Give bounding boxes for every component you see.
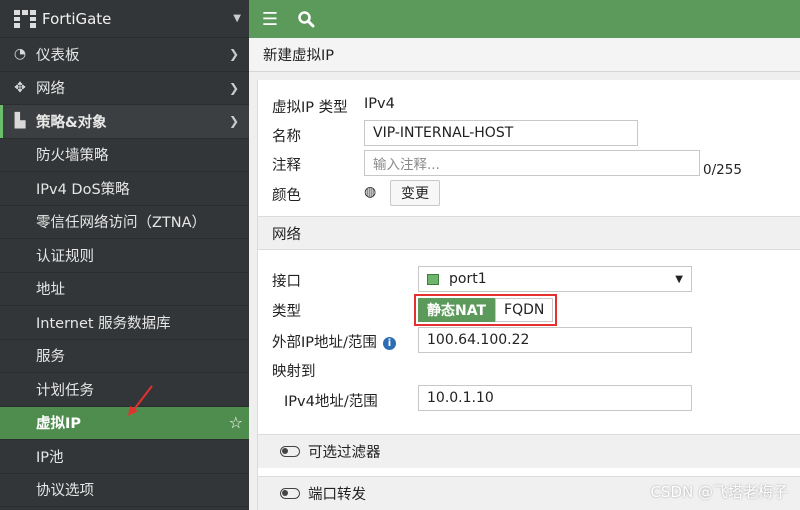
sidebar-subitem-label: 协议选项	[36, 483, 94, 500]
sidebar-subitem-addresses[interactable]: 地址	[0, 273, 249, 306]
sidebar-subitem-label: 虚拟IP	[36, 416, 82, 433]
sidebar-subitem-label: IP池	[36, 449, 64, 466]
chevron-down-icon: ▼	[233, 13, 241, 24]
policy-icon: ▙	[14, 113, 26, 130]
port-forward-label: 端口转发	[308, 487, 366, 503]
color-label: 颜色	[272, 188, 301, 204]
sidebar-subitem-ip-pool[interactable]: IP池	[0, 440, 249, 474]
sidebar-subitem-internet-service-db[interactable]: Internet 服务数据库	[0, 306, 249, 340]
toggle-switch-icon[interactable]	[280, 446, 300, 457]
watermark-text: CSDN @飞塔老梅子	[650, 483, 788, 501]
sidebar-subitem-label: 认证规则	[36, 248, 94, 265]
comment-counter: 0/255	[703, 162, 742, 178]
type-option-label: 静态NAT	[427, 303, 487, 319]
name-input-value: VIP-INTERNAL-HOST	[373, 125, 514, 141]
sidebar-subitem-label: 防火墙策略	[36, 148, 109, 165]
sidebar-item-network[interactable]: ✥ 网络 ❯	[0, 72, 249, 105]
chevron-right-icon: ❯	[228, 80, 239, 95]
sidebar-subitem-label: IPv4 DoS策略	[36, 181, 130, 198]
sidebar-item-label: 仪表板	[36, 47, 80, 64]
port-icon	[427, 273, 439, 285]
palette-icon: ◍	[364, 184, 377, 200]
optional-filters-label: 可选过滤器	[308, 445, 381, 461]
sidebar-item-policy-objects[interactable]: ▙ 策略&对象 ❯	[0, 105, 249, 139]
interface-select[interactable]: port1 ▼	[418, 266, 692, 292]
sidebar-subitem-ztna[interactable]: 零信任网络访问（ZTNA）	[0, 206, 249, 239]
sidebar-subitem-ipv4-dos-policy[interactable]: IPv4 DoS策略	[0, 172, 249, 206]
interface-label: 接口	[272, 274, 301, 290]
main-content: 新建虚拟IP 虚拟IP 类型 IPv4 名称 VIP-INTERNAL-HOST…	[249, 38, 800, 510]
sidebar-item-label: 策略&对象	[36, 114, 107, 131]
change-color-button[interactable]: 变更	[390, 180, 440, 206]
mapped-to-label: 映射到	[272, 364, 316, 380]
spacer	[258, 468, 800, 476]
external-ip-label: 外部IP地址/范围 i	[272, 331, 396, 352]
type-label: 类型	[272, 304, 301, 320]
page-title: 新建虚拟IP	[249, 38, 800, 72]
sidebar-item-dashboard[interactable]: ◔ 仪表板 ❯	[0, 38, 249, 72]
sidebar-subitem-label: 零信任网络访问（ZTNA）	[36, 215, 207, 232]
type-option-fqdn[interactable]: FQDN	[495, 298, 554, 322]
dashboard-icon: ◔	[13, 46, 27, 63]
external-ip-value: 100.64.100.22	[427, 332, 530, 348]
sidebar-subitem-auth-rules[interactable]: 认证规则	[0, 239, 249, 273]
comment-placeholder: 输入注释...	[373, 157, 440, 173]
sidebar-subitem-label: Internet 服务数据库	[36, 315, 171, 332]
fortigate-logo-icon	[14, 9, 36, 28]
sidebar-subitem-protocol-options[interactable]: 协议选项	[0, 474, 249, 507]
network-section-header: 网络	[258, 216, 800, 250]
type-option-label: FQDN	[504, 302, 545, 318]
ipv4-range-input[interactable]: 10.0.1.10	[418, 385, 692, 411]
brand-header[interactable]: FortiGate ▼	[0, 0, 249, 38]
name-label: 名称	[272, 129, 301, 145]
type-option-static-nat[interactable]: 静态NAT	[418, 298, 496, 322]
sidebar-subitem-label: 服务	[36, 349, 65, 366]
network-section-title: 网络	[272, 226, 301, 243]
chevron-down-icon: ▼	[675, 273, 683, 285]
chevron-right-icon: ❯	[228, 47, 239, 62]
sidebar-subitem-firewall-policy[interactable]: 防火墙策略	[0, 139, 249, 172]
form-panel: 虚拟IP 类型 IPv4 名称 VIP-INTERNAL-HOST 注释 输入注…	[257, 80, 800, 510]
network-icon: ✥	[14, 79, 26, 96]
change-color-button-label: 变更	[401, 186, 429, 202]
sidebar-subitem-label: 计划任务	[36, 382, 94, 399]
annotation-arrow-icon	[128, 385, 153, 416]
favorite-star-icon[interactable]: ☆	[229, 413, 243, 432]
sidebar-item-label: 网络	[36, 81, 65, 98]
name-input[interactable]: VIP-INTERNAL-HOST	[364, 120, 638, 146]
toggle-switch-icon[interactable]	[280, 488, 300, 499]
hamburger-menu-icon[interactable]: ☰	[261, 9, 279, 30]
comment-label: 注释	[272, 158, 301, 174]
top-bar: ☰	[249, 0, 800, 38]
ipv4-range-value: 10.0.1.10	[427, 390, 494, 406]
vip-type-value: IPv4	[364, 96, 395, 112]
brand-name: FortiGate	[42, 9, 112, 28]
external-ip-label-text: 外部IP地址/范围	[272, 335, 377, 351]
type-segmented-control: 静态NAT FQDN	[414, 294, 558, 326]
ipv4-range-label: IPv4地址/范围	[284, 394, 378, 410]
search-icon[interactable]	[297, 10, 315, 28]
optional-filters-row[interactable]: 可选过滤器	[258, 434, 800, 468]
info-icon[interactable]: i	[382, 336, 396, 350]
vip-type-label: 虚拟IP 类型	[272, 100, 348, 116]
external-ip-input[interactable]: 100.64.100.22	[418, 327, 692, 353]
interface-select-value: port1	[449, 271, 487, 287]
sidebar: FortiGate ▼ ◔ 仪表板 ❯ ✥ 网络 ❯ ▙ 策略&对象 ❯ 防火墙…	[0, 0, 249, 510]
chevron-down-icon: ❯	[228, 114, 239, 129]
comment-textarea[interactable]: 输入注释...	[364, 150, 700, 176]
sidebar-subitem-services[interactable]: 服务	[0, 340, 249, 373]
sidebar-subitem-label: 地址	[36, 282, 65, 299]
